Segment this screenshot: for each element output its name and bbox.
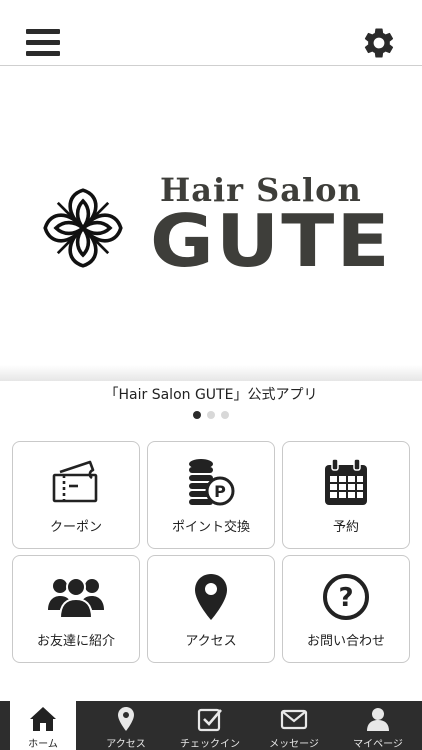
refer-friend-label: お友達に紹介 — [36, 634, 115, 649]
envelope-icon — [280, 709, 308, 730]
app-header — [0, 0, 422, 66]
contact-label: お問い合わせ — [306, 634, 385, 649]
point-exchange-label: ポイント交換 — [171, 520, 250, 535]
logo-title: GUTE — [150, 199, 392, 283]
carousel-dot-2[interactable] — [207, 411, 215, 419]
tab-mypage[interactable]: マイページ — [336, 701, 420, 750]
map-pin-icon — [118, 707, 134, 731]
carousel-dot-3[interactable] — [221, 411, 229, 419]
contact-button[interactable]: ? お問い合わせ — [282, 555, 410, 663]
tab-home[interactable]: ホーム — [10, 701, 76, 750]
tab-message-label: メッセージ — [269, 739, 319, 750]
user-icon — [367, 708, 389, 731]
reservation-label: 予約 — [332, 520, 359, 535]
refer-friend-button[interactable]: お友達に紹介 — [12, 555, 140, 663]
tab-message[interactable]: メッセージ — [252, 701, 336, 750]
group-users-icon — [48, 577, 104, 619]
access-label: アクセス — [185, 634, 237, 649]
home-icon — [30, 707, 56, 731]
tab-checkin-label: チェックイン — [180, 739, 240, 750]
bottom-tab-bar: ホーム アクセス チェックイン メッセージ マイページ — [0, 701, 422, 750]
checkin-icon — [197, 708, 222, 732]
tab-mypage-label: マイページ — [353, 739, 403, 750]
tab-home-label: ホーム — [28, 739, 58, 750]
hamburger-menu-icon[interactable] — [26, 29, 60, 57]
point-exchange-button[interactable]: P ポイント交換 — [147, 441, 275, 549]
svg-text:?: ? — [338, 583, 353, 613]
coins-point-icon: P — [189, 459, 235, 506]
carousel-dot-1[interactable] — [193, 411, 201, 419]
question-circle-icon: ? — [323, 574, 369, 620]
access-button[interactable]: アクセス — [147, 555, 275, 663]
banner-caption: 「Hair Salon GUTE」公式アプリ — [104, 387, 318, 403]
tab-checkin[interactable]: チェックイン — [168, 701, 252, 750]
map-pin-icon — [195, 574, 227, 620]
carousel-indicator — [0, 411, 422, 419]
gear-icon[interactable] — [361, 25, 397, 61]
coupon-button[interactable]: クーポン — [12, 441, 140, 549]
ticket-icon — [52, 460, 98, 503]
hero-banner[interactable]: Hair Salon GUTE — [0, 67, 422, 381]
tab-access[interactable]: アクセス — [84, 701, 168, 750]
tab-access-label: アクセス — [106, 739, 146, 750]
svg-text:P: P — [214, 482, 226, 501]
reservation-button[interactable]: 予約 — [282, 441, 410, 549]
flower-logo-icon — [43, 188, 123, 268]
coupon-label: クーポン — [49, 520, 102, 535]
calendar-icon — [325, 458, 367, 505]
